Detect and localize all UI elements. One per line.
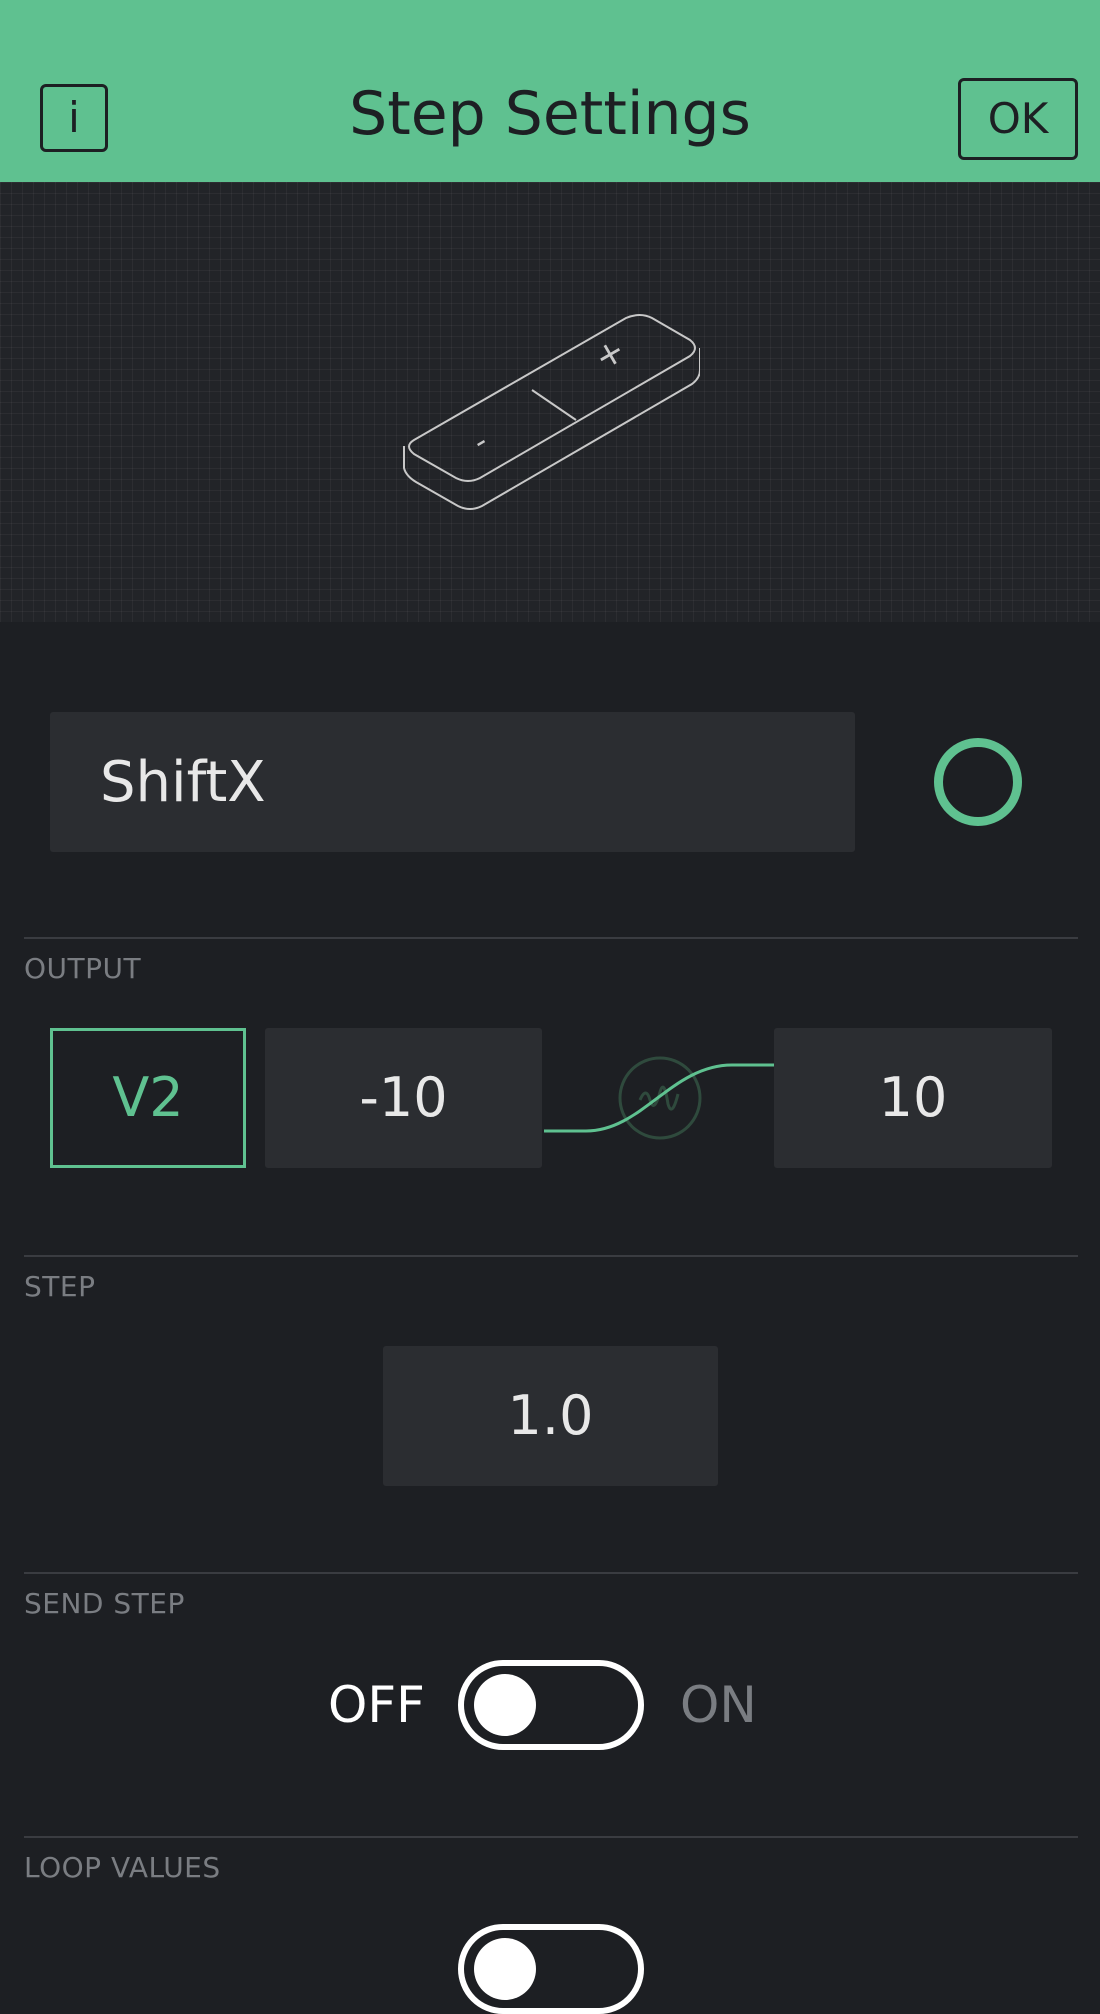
step-value-input[interactable]: 1.0	[383, 1346, 718, 1486]
toggle-knob	[474, 1674, 536, 1736]
send-step-toggle[interactable]	[458, 1660, 644, 1750]
output-section-label: OUTPUT	[24, 952, 142, 985]
color-ring-icon[interactable]	[934, 738, 1022, 826]
widget-name-input[interactable]	[50, 712, 855, 852]
info-button[interactable]: i	[40, 84, 108, 152]
header-bar: i Step Settings OK	[0, 0, 1100, 182]
toggle-knob	[474, 1938, 536, 2000]
loop-values-toggle[interactable]	[458, 1924, 644, 2014]
step-widget-icon: - +	[403, 314, 700, 510]
toggle-off-label: OFF	[328, 1676, 425, 1734]
divider	[24, 1255, 1078, 1257]
divider	[24, 1572, 1078, 1574]
ok-button[interactable]: OK	[958, 78, 1078, 160]
send-step-section-label: SEND STEP	[24, 1587, 185, 1620]
toggle-on-label: ON	[680, 1676, 757, 1734]
curve-icon	[544, 1056, 774, 1140]
divider	[24, 937, 1078, 939]
output-max-input[interactable]: 10	[774, 1028, 1052, 1168]
widget-preview: - +	[0, 182, 1100, 622]
divider	[24, 1836, 1078, 1838]
step-section-label: STEP	[24, 1270, 96, 1303]
page-title: Step Settings	[349, 79, 751, 149]
output-min-input[interactable]: -10	[265, 1028, 542, 1168]
output-pin-selector[interactable]: V2	[50, 1028, 246, 1168]
minus-glyph: -	[467, 424, 494, 460]
loop-values-section-label: LOOP VALUES	[24, 1851, 221, 1884]
